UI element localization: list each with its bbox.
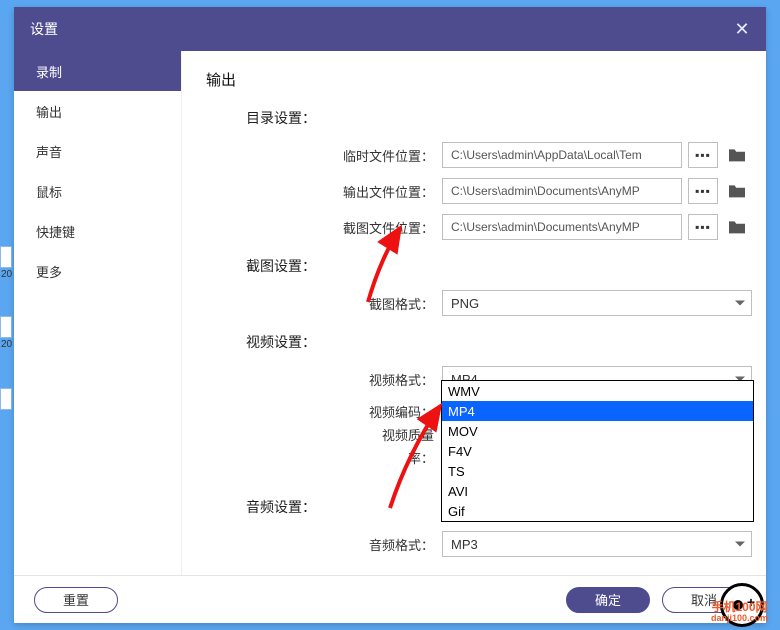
bg-label: 20 [1,339,12,350]
label-video-format: 视频格式： [266,370,442,389]
browse-output-button[interactable]: ▪▪▪ [688,178,718,204]
sidebar-item-label: 快捷键 [36,222,75,241]
chevron-down-icon [735,542,745,547]
row-audio-format: 音频格式： MP3 [206,531,766,557]
window-title: 设置 [30,19,58,39]
browse-temp-button[interactable]: ▪▪▪ [688,142,718,168]
bg-label: 20 [1,269,12,280]
select-value: PNG [451,296,479,311]
folder-icon[interactable] [724,180,750,202]
sidebar-item-more[interactable]: 更多 [14,251,181,291]
row-output-path: 输出文件位置： C:\Users\admin\Documents\AnyMP ▪… [206,178,766,204]
label-video-rate: 率： [266,448,442,467]
dropdown-option[interactable]: TS [442,461,753,481]
folder-icon[interactable] [724,144,750,166]
button-label: 确定 [595,590,621,609]
input-temp-path[interactable]: C:\Users\admin\AppData\Local\Tem [442,142,682,168]
close-button[interactable]: ✕ [718,7,766,51]
section-video: 视频设置： [246,332,766,352]
dropdown-option[interactable]: F4V [442,441,753,461]
dropdown-option-selected[interactable]: MP4 [442,401,753,421]
sidebar-item-label: 更多 [36,262,62,281]
input-output-path[interactable]: C:\Users\admin\Documents\AnyMP [442,178,682,204]
option-label: MOV [448,424,478,439]
label-screenshot-path: 截图文件位置： [266,218,442,237]
label-output-path: 输出文件位置： [266,182,442,201]
sidebar-item-record[interactable]: 录制 [14,51,181,91]
dropdown-option[interactable]: Gif [442,501,753,521]
option-label: Gif [448,504,465,519]
bg-item [0,316,12,338]
browse-screenshot-button[interactable]: ▪▪▪ [688,214,718,240]
dropdown-option[interactable]: WMV [442,381,753,401]
chevron-down-icon [735,301,745,306]
folder-icon[interactable] [724,216,750,238]
sidebar-item-output[interactable]: 输出 [14,91,181,131]
reset-button[interactable]: 重置 [34,587,118,613]
option-label: AVI [448,484,468,499]
ok-button[interactable]: 确定 [566,587,650,613]
section-screenshot: 截图设置： [246,256,766,276]
select-audio-format[interactable]: MP3 [442,531,752,557]
row-screenshot-format: 截图格式： PNG [206,290,766,316]
label-video-codec: 视频编码： [266,402,442,421]
sidebar-item-mouse[interactable]: 鼠标 [14,171,181,211]
sidebar-item-sound[interactable]: 声音 [14,131,181,171]
sidebar-item-label: 声音 [36,142,62,161]
label-audio-format: 音频格式： [266,535,442,554]
label-screenshot-format: 截图格式： [266,294,442,313]
bg-item [0,388,12,410]
label-temp-path: 临时文件位置： [266,146,442,165]
text-value: C:\Users\admin\AppData\Local\Tem [451,148,642,162]
input-screenshot-path[interactable]: C:\Users\admin\Documents\AnyMP [442,214,682,240]
option-label: TS [448,464,465,479]
watermark-text: 手机100网 danji100.com [711,601,768,624]
sidebar-item-label: 录制 [36,62,62,81]
titlebar: 设置 ✕ [14,7,766,51]
sidebar-item-label: 输出 [36,102,62,121]
option-label: WMV [448,384,480,399]
close-icon: ✕ [734,19,749,40]
dropdown-option[interactable]: AVI [442,481,753,501]
video-format-dropdown[interactable]: WMV MP4 MOV F4V TS AVI Gif [441,380,754,522]
option-label: F4V [448,444,472,459]
dropdown-option[interactable]: MOV [442,421,753,441]
section-directory: 目录设置： [246,108,766,128]
option-label: MP4 [448,404,475,419]
text-value: C:\Users\admin\Documents\AnyMP [451,220,640,234]
bg-item [0,246,12,268]
sidebar: 录制 输出 声音 鼠标 快捷键 更多 [14,51,182,575]
text-value: C:\Users\admin\Documents\AnyMP [451,184,640,198]
sidebar-item-hotkey[interactable]: 快捷键 [14,211,181,251]
sidebar-item-label: 鼠标 [36,182,62,201]
row-screenshot-path: 截图文件位置： C:\Users\admin\Documents\AnyMP ▪… [206,214,766,240]
settings-window: 设置 ✕ 录制 输出 声音 鼠标 快捷键 更多 输出 目录设置： 临时文件位置：… [14,7,766,623]
row-temp-path: 临时文件位置： C:\Users\admin\AppData\Local\Tem… [206,142,766,168]
label-video-quality: 视频质量 [266,425,442,444]
button-label: 重置 [63,590,89,609]
page-title: 输出 [206,69,766,90]
select-value: MP3 [451,537,478,552]
dialog-footer: 重置 确定 取消 [14,575,766,623]
select-screenshot-format[interactable]: PNG [442,290,752,316]
